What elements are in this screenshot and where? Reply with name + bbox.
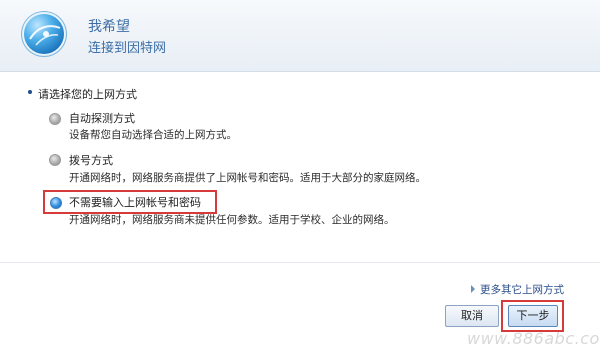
divider [0,262,600,263]
header-banner [0,0,600,72]
radio-auto-detect[interactable] [49,113,61,125]
option-desc-no-credentials: 开通网络时，网络服务商未提供任何参数。适用于学校、企业的网络。 [69,214,395,226]
section-prompt: 请选择您的上网方式 [38,88,137,101]
watermark: www.886abc.com [467,329,600,348]
option-desc-auto-detect: 设备帮您自动选择合适的上网方式。 [69,129,237,141]
option-label-dialup[interactable]: 拨号方式 [69,152,113,168]
cancel-button[interactable]: 取消 [445,305,499,327]
option-label-no-credentials[interactable]: 不需要输入上网帐号和密码 [69,194,201,210]
page-title: 我希望 [88,19,130,35]
radio-no-credentials[interactable] [50,197,62,209]
bullet-icon [28,90,32,94]
more-methods-link[interactable]: 更多其它上网方式 [480,282,564,297]
page-subtitle: 连接到因特网 [88,41,167,56]
radio-dialup[interactable] [49,154,61,166]
arrow-right-icon [471,285,475,293]
highlight-box-next [501,300,564,332]
header-divider [0,71,600,72]
globe-icon [22,12,66,56]
option-desc-dialup: 开通网络时，网络服务商提供了上网帐号和密码。适用于大部分的家庭网络。 [69,172,426,184]
option-label-auto-detect[interactable]: 自动探测方式 [69,110,135,126]
